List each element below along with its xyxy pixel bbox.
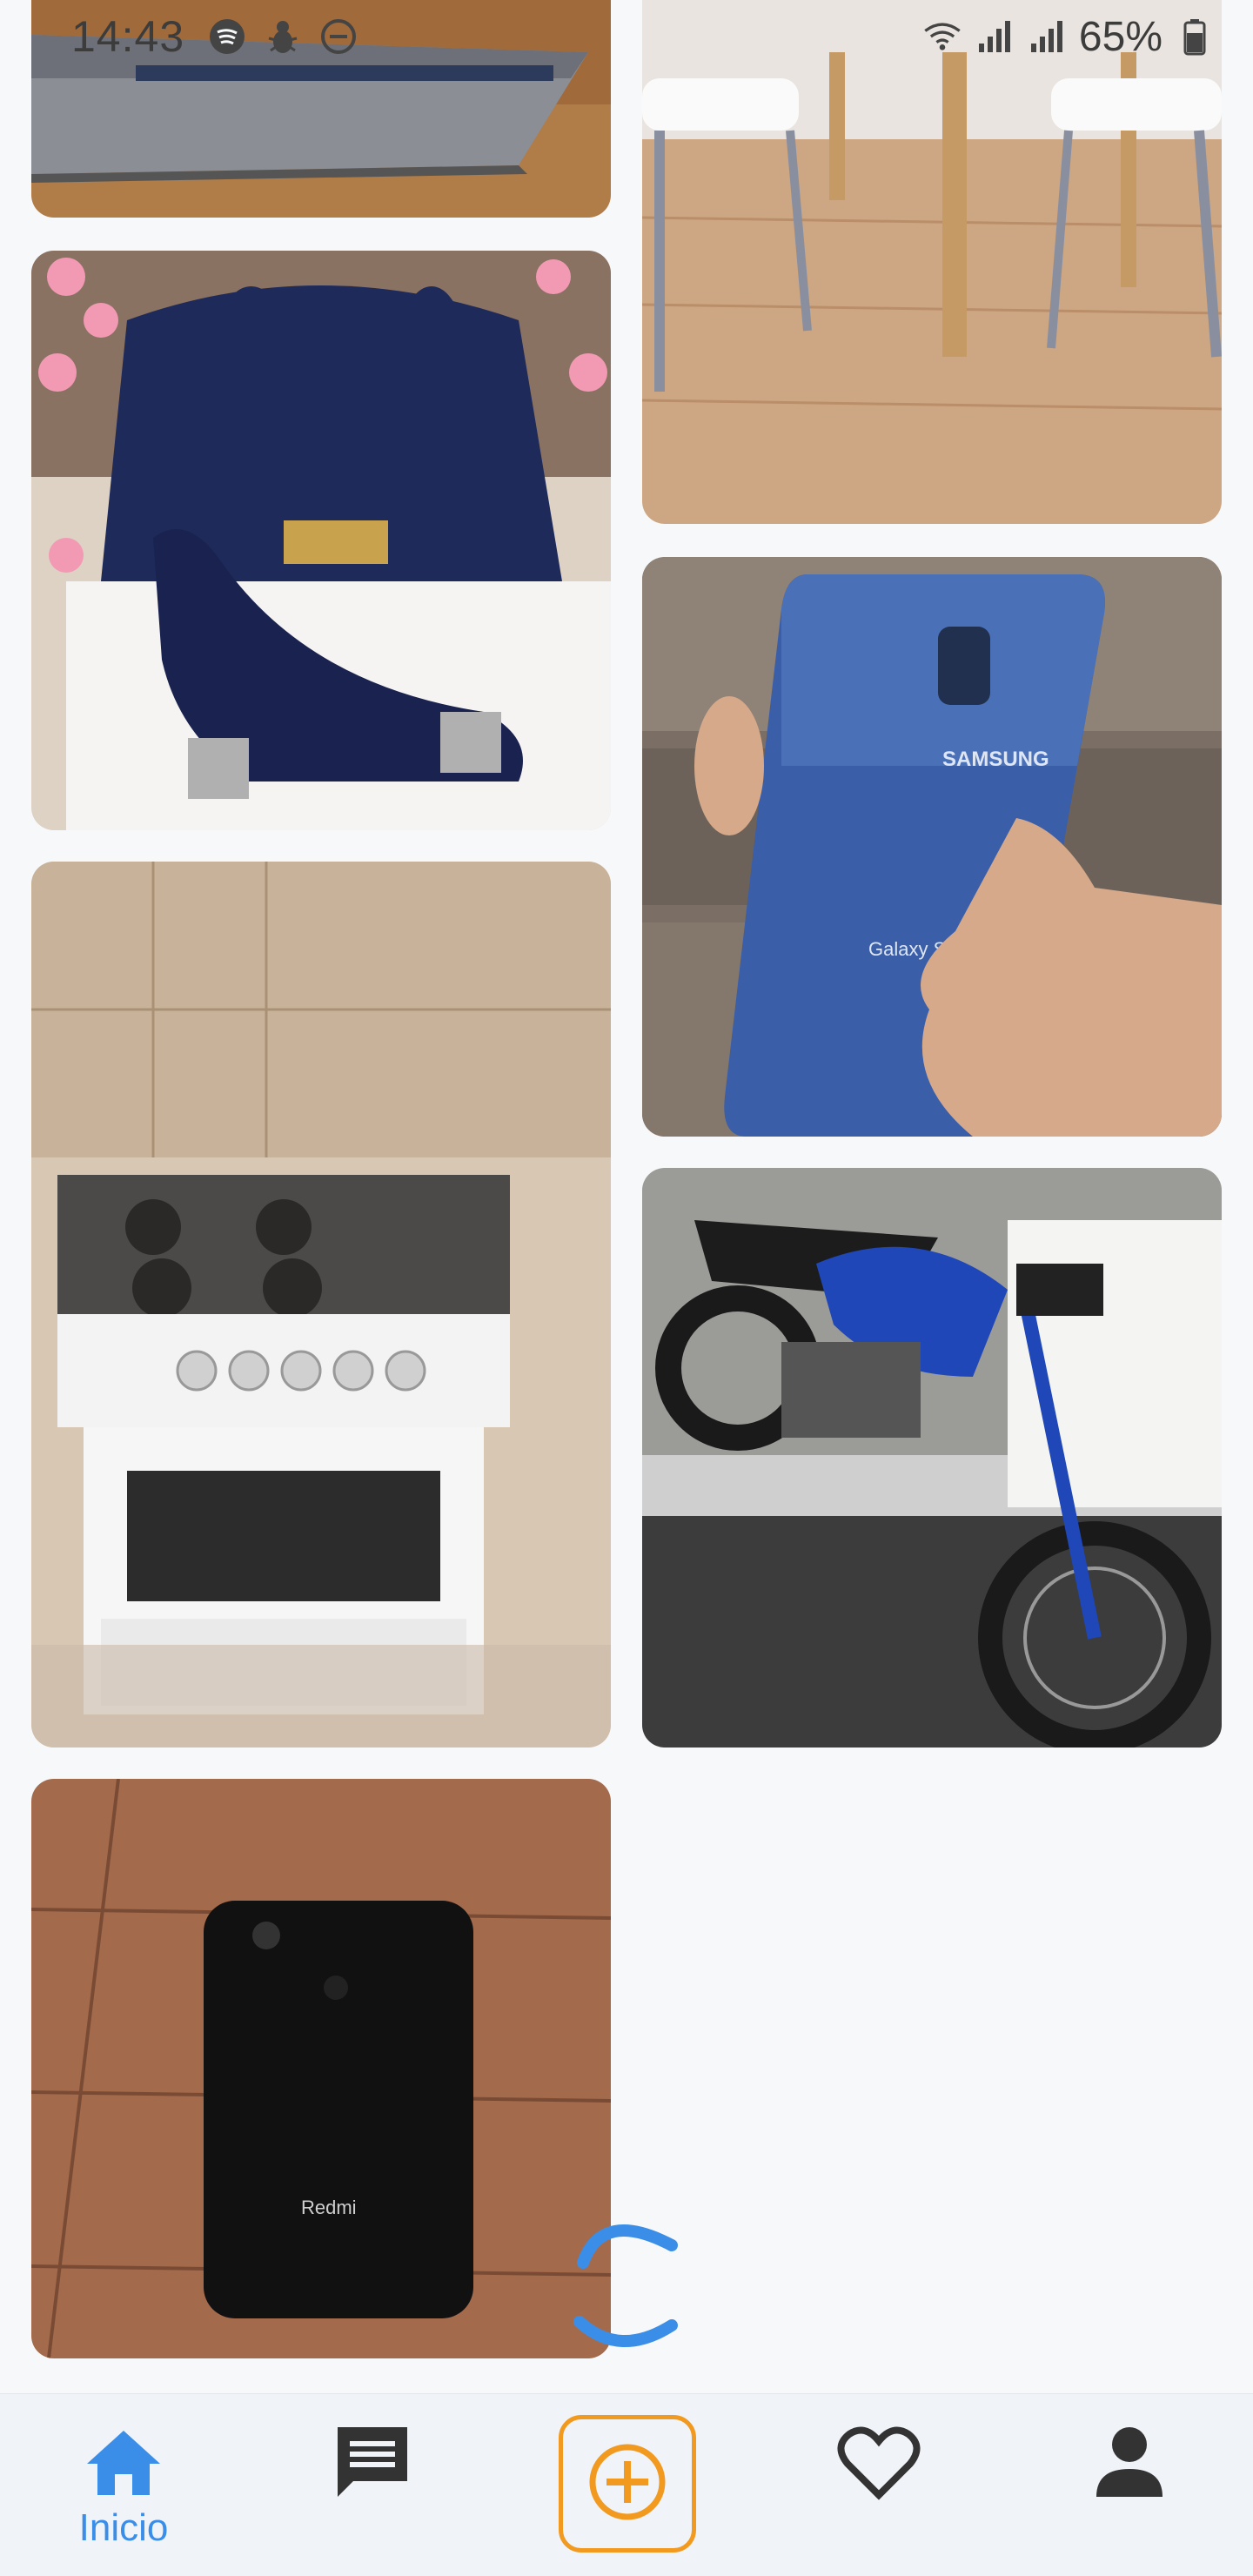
signal-icon: [1027, 17, 1067, 57]
chairs-photo: [642, 0, 1222, 524]
redmi-brand-text: Redmi: [301, 2197, 357, 2218]
motorcycle-photo: [642, 1168, 1222, 1748]
profile-icon: [1093, 2424, 1166, 2505]
nav-favorites[interactable]: [837, 2424, 921, 2506]
wifi-icon: [922, 17, 962, 57]
add-icon: [586, 2440, 669, 2528]
spotify-icon: [207, 17, 247, 57]
battery-icon: [1175, 17, 1215, 57]
redmi-photo: Redmi: [31, 1779, 611, 2358]
listing-card-phone-redmi[interactable]: Redmi: [31, 1779, 611, 2358]
status-bar: 14:43 65%: [0, 0, 1253, 73]
home-icon: [84, 2427, 164, 2501]
nav-home[interactable]: Inicio: [71, 2427, 176, 2550]
nav-profile[interactable]: [1093, 2424, 1166, 2505]
nav-home-label: Inicio: [78, 2506, 169, 2549]
listing-card-stove[interactable]: [31, 862, 611, 1748]
battery-percent: 65%: [1078, 13, 1163, 60]
messages-icon: [331, 2420, 414, 2508]
loading-spinner: [567, 2210, 686, 2358]
listing-card-phone-galaxy[interactable]: SAMSUNG Galaxy S9: [642, 557, 1222, 1137]
stove-photo: [31, 862, 611, 1748]
signal-icon: [975, 17, 1015, 57]
galaxy-photo: SAMSUNG Galaxy S9: [642, 557, 1222, 1137]
bug-icon: [263, 17, 303, 57]
listing-card-motorcycle[interactable]: [642, 1168, 1222, 1748]
galaxy-brand-text: SAMSUNG: [942, 748, 1049, 771]
bag-shoes-photo: [31, 251, 611, 830]
do-not-disturb-icon: [318, 17, 358, 57]
add-listing-button[interactable]: [559, 2415, 696, 2553]
status-time: 14:43: [71, 12, 185, 61]
nav-messages[interactable]: [331, 2420, 414, 2508]
bottom-navigation: Inicio: [0, 2393, 1253, 2576]
favorites-icon: [837, 2424, 921, 2506]
listing-card-bag-shoes[interactable]: [31, 251, 611, 830]
listing-card-chairs[interactable]: [642, 0, 1222, 524]
